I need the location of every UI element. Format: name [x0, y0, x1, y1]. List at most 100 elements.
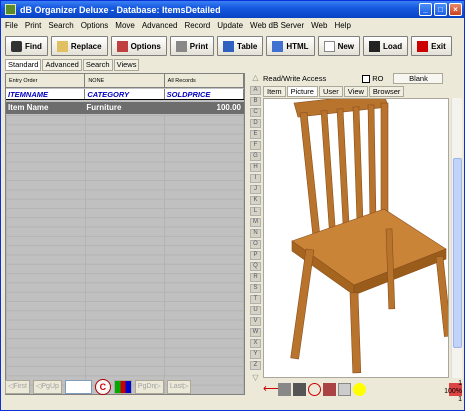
- menu-web-db-server[interactable]: Web dB Server: [250, 21, 304, 30]
- maximize-button[interactable]: □: [434, 3, 447, 16]
- letter-x-button[interactable]: X: [250, 339, 261, 348]
- tab-picture[interactable]: Picture: [286, 86, 318, 97]
- first-button[interactable]: ◁ First: [5, 380, 30, 394]
- pgdn-button[interactable]: PgDn ▷: [134, 380, 164, 394]
- load-button[interactable]: Load: [363, 36, 409, 56]
- column-soldprice[interactable]: SOLDPRICE: [165, 89, 244, 99]
- empty-grid-rows[interactable]: [6, 115, 244, 394]
- html-button[interactable]: HTML: [266, 36, 315, 56]
- letter-c-button[interactable]: C: [250, 108, 261, 117]
- table-button[interactable]: Table: [217, 36, 264, 56]
- letter-w-button[interactable]: W: [250, 328, 261, 337]
- letter-d-button[interactable]: D: [250, 119, 261, 128]
- clear-icon[interactable]: [308, 382, 321, 396]
- tab-standard[interactable]: Standard: [5, 59, 42, 71]
- letter-f-button[interactable]: F: [250, 141, 261, 150]
- html-icon: [272, 40, 284, 52]
- column-itemname[interactable]: ITEMNAME: [6, 89, 86, 99]
- column-category[interactable]: CATEGORY: [85, 89, 165, 99]
- down-arrow-icon[interactable]: ▽: [250, 373, 261, 384]
- cell-itemname: Item Name: [8, 103, 49, 112]
- menu-advanced[interactable]: Advanced: [142, 21, 178, 30]
- last-button[interactable]: Last ▷: [166, 380, 192, 394]
- tab-browser[interactable]: Browser: [368, 86, 405, 97]
- letter-g-button[interactable]: G: [250, 152, 261, 161]
- new-button[interactable]: New: [317, 36, 361, 56]
- pgdn-arrow-icon: ▷: [155, 383, 161, 390]
- close-button[interactable]: ×: [449, 3, 462, 16]
- letter-p-button[interactable]: P: [250, 251, 261, 260]
- calculator-button[interactable]: [113, 380, 132, 394]
- letter-z-button[interactable]: Z: [250, 361, 261, 370]
- last-label: Last: [169, 383, 184, 390]
- letter-s-button[interactable]: S: [250, 284, 261, 293]
- printer-icon[interactable]: [278, 382, 291, 396]
- copy-icon[interactable]: [338, 382, 351, 396]
- letter-r-button[interactable]: R: [250, 273, 261, 282]
- clear-button[interactable]: C: [94, 379, 111, 395]
- tab-search[interactable]: Search: [82, 59, 113, 71]
- cut-icon[interactable]: [323, 382, 336, 396]
- letter-n-button[interactable]: N: [250, 229, 261, 238]
- table-row[interactable]: Item Name Furniture 100.00: [6, 102, 244, 114]
- menu-web[interactable]: Web: [311, 21, 327, 30]
- menu-options[interactable]: Options: [81, 21, 109, 30]
- access-row: Read/Write Access RO Blank: [263, 73, 462, 84]
- title-bar[interactable]: dB Organizer Deluxe - Database: ItemsDet…: [1, 1, 464, 18]
- letter-b-button[interactable]: B: [250, 97, 261, 106]
- records-button[interactable]: All Records: [165, 74, 244, 87]
- letter-t-button[interactable]: T: [250, 295, 261, 304]
- menu-print[interactable]: Print: [25, 21, 41, 30]
- options-button[interactable]: Options: [110, 36, 167, 56]
- tab-user[interactable]: User: [318, 86, 343, 97]
- scrollbar-thumb[interactable]: [453, 158, 462, 348]
- cell-category: Furniture: [86, 103, 122, 112]
- find-button[interactable]: Find: [5, 36, 48, 56]
- print-button[interactable]: Print: [169, 36, 215, 56]
- sort-order-button[interactable]: Entry Order: [6, 74, 86, 87]
- ro-checkbox[interactable]: [362, 74, 371, 83]
- replace-button[interactable]: Replace: [50, 36, 108, 56]
- up-arrow-icon[interactable]: △: [250, 73, 261, 84]
- options-label: Options: [130, 41, 161, 51]
- letter-k-button[interactable]: K: [250, 196, 261, 205]
- tab-item[interactable]: Item: [263, 86, 286, 97]
- menu-search[interactable]: Search: [48, 21, 73, 30]
- exit-button[interactable]: Exit: [411, 36, 452, 56]
- trash-icon[interactable]: [293, 382, 306, 396]
- column-header-row: ITEMNAME CATEGORY SOLDPRICE: [6, 89, 244, 100]
- tab-advanced[interactable]: Advanced: [42, 59, 82, 71]
- picture-scrollbar[interactable]: [451, 98, 462, 378]
- back-arrow-icon[interactable]: ⟵: [263, 383, 279, 396]
- letter-h-button[interactable]: H: [250, 163, 261, 172]
- letter-m-button[interactable]: M: [250, 218, 261, 227]
- tab-view[interactable]: View: [343, 86, 368, 97]
- letter-v-button[interactable]: V: [250, 317, 261, 326]
- sort-order-label: Entry Order: [9, 77, 38, 84]
- detail-tabs: Item Picture User View Browser: [263, 86, 405, 97]
- app-icon: [5, 4, 16, 15]
- menu-move[interactable]: Move: [115, 21, 135, 30]
- pgup-button[interactable]: ◁ PgUp: [33, 380, 62, 394]
- page-count: 1: [458, 396, 462, 403]
- menu-help[interactable]: Help: [334, 21, 350, 30]
- letter-u-button[interactable]: U: [250, 306, 261, 315]
- letter-a-button[interactable]: A: [250, 86, 261, 95]
- menu-record[interactable]: Record: [184, 21, 210, 30]
- record-number-input[interactable]: [64, 380, 92, 394]
- letter-i-button[interactable]: I: [250, 174, 261, 183]
- filter-button[interactable]: NONE: [85, 74, 165, 87]
- menu-update[interactable]: Update: [217, 21, 243, 30]
- printer-icon: [175, 40, 187, 52]
- letter-q-button[interactable]: Q: [250, 262, 261, 271]
- menu-file[interactable]: File: [5, 21, 18, 30]
- tab-views[interactable]: Views: [113, 59, 140, 71]
- letter-o-button[interactable]: O: [250, 240, 261, 249]
- letter-y-button[interactable]: Y: [250, 350, 261, 359]
- letter-l-button[interactable]: L: [250, 207, 261, 216]
- letter-j-button[interactable]: J: [250, 185, 261, 194]
- letter-e-button[interactable]: E: [250, 130, 261, 139]
- blank-button[interactable]: Blank: [393, 73, 444, 84]
- lightbulb-icon[interactable]: [353, 382, 366, 396]
- minimize-button[interactable]: _: [419, 3, 432, 16]
